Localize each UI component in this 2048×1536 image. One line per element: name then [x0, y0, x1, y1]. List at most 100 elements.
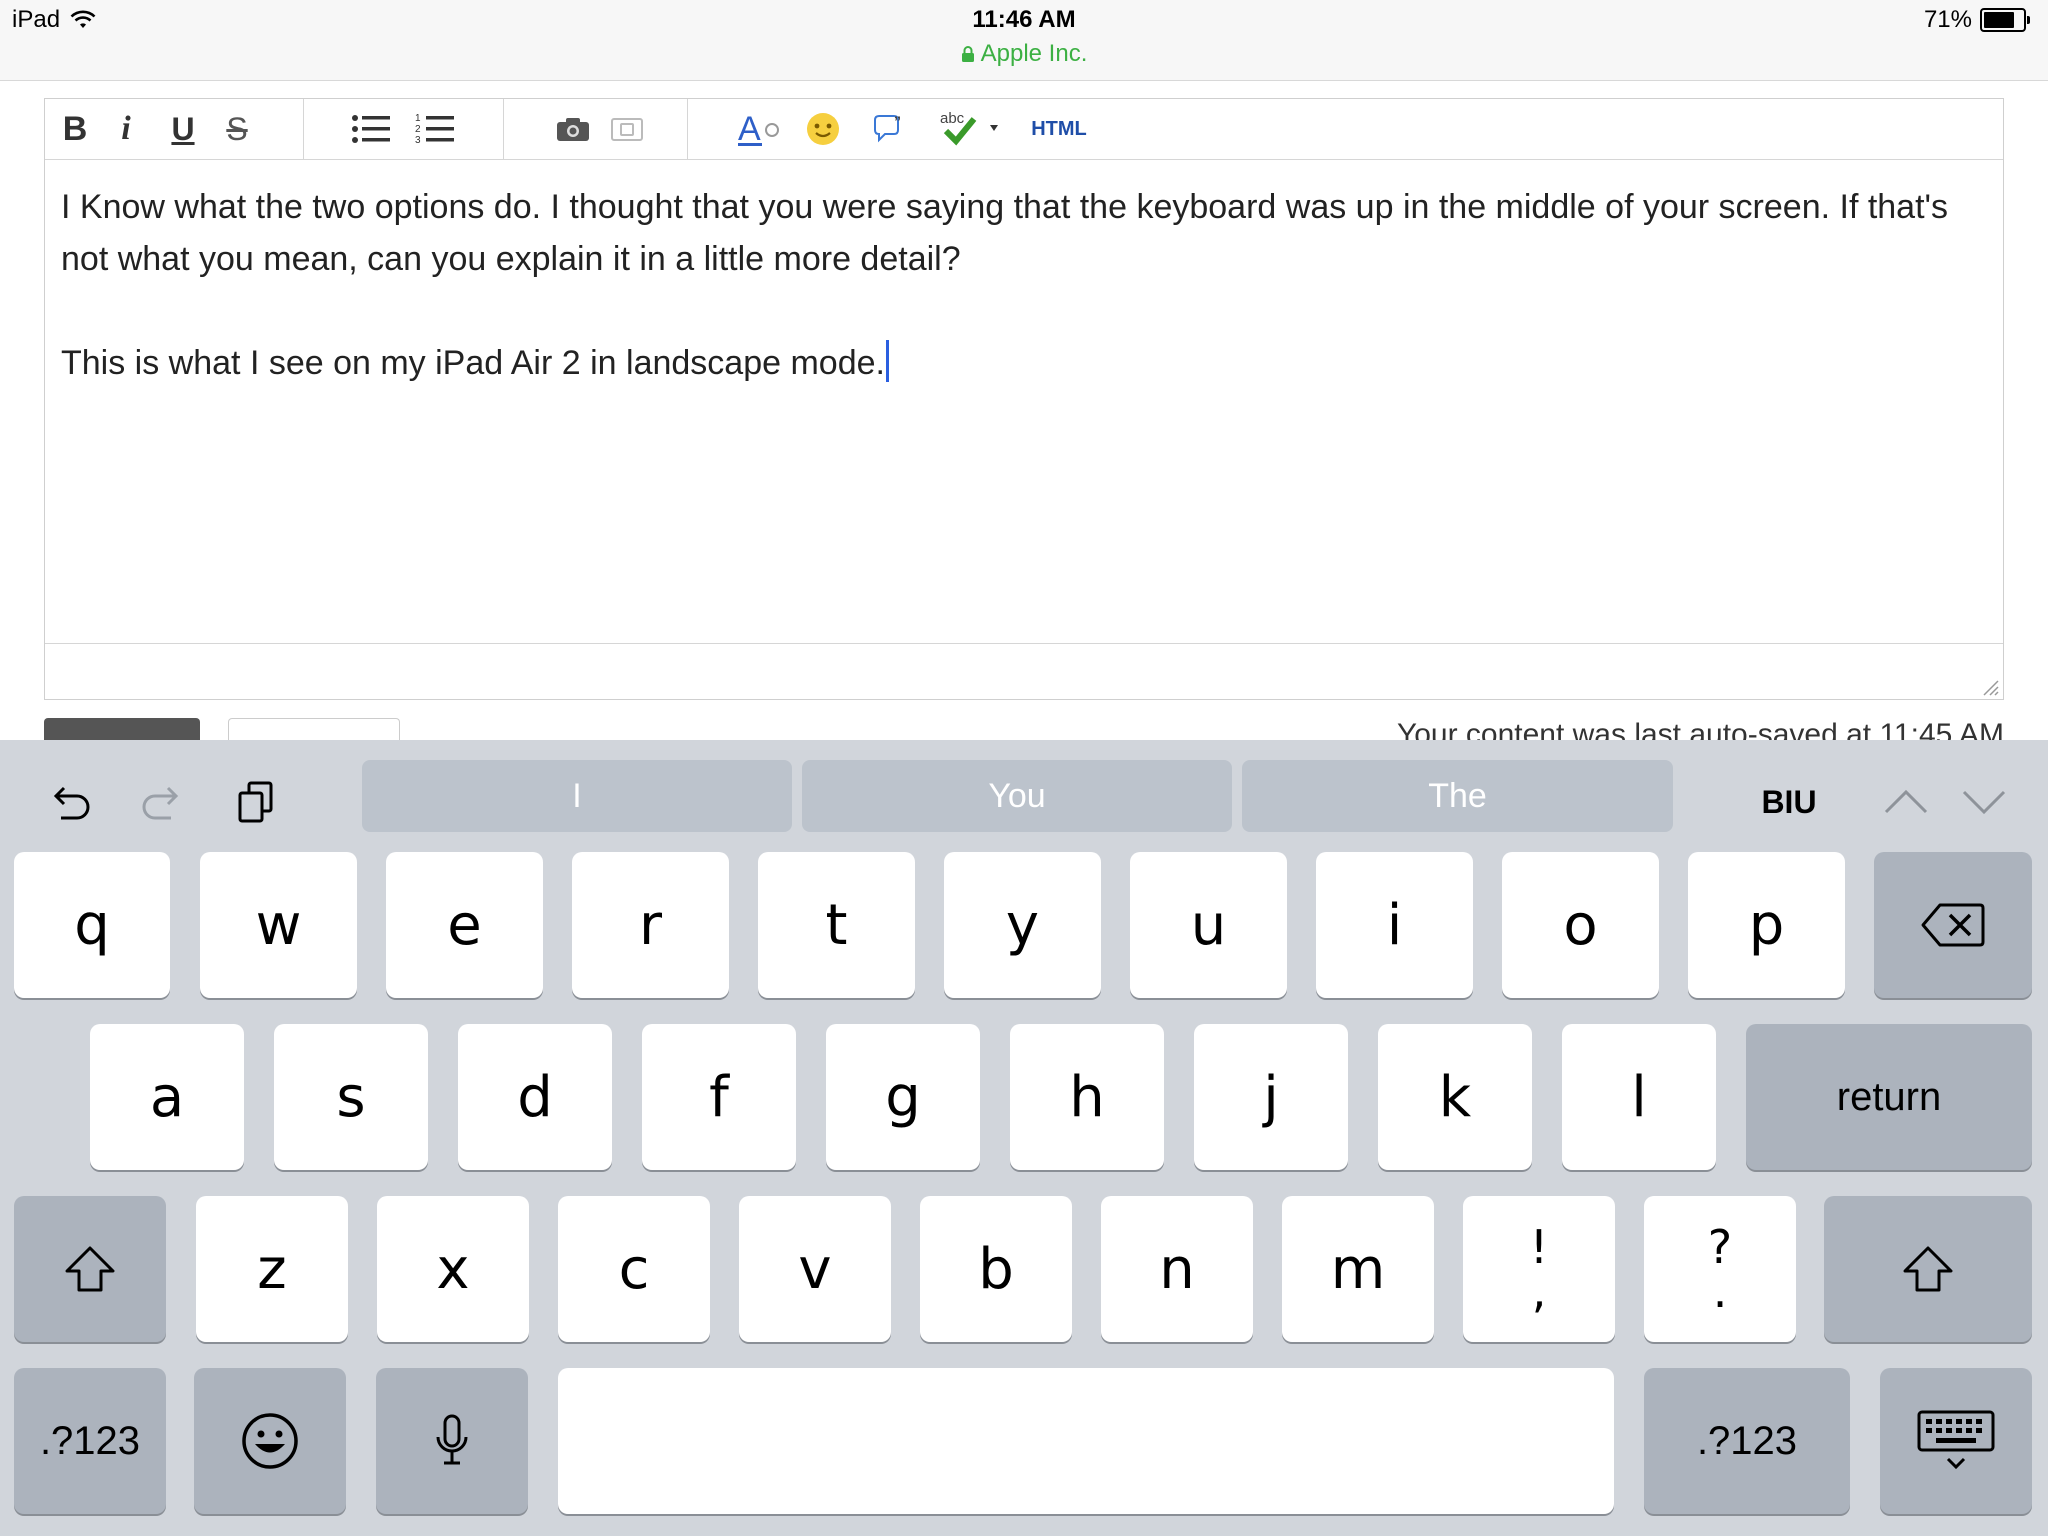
key-m[interactable]: m [1282, 1196, 1434, 1342]
editor-content[interactable]: I Know what the two options do. I though… [61, 181, 1981, 389]
paragraph-2: This is what I see on my iPad Air 2 in l… [61, 337, 1981, 389]
key-period-label: . [1712, 1264, 1728, 1318]
post-button[interactable] [44, 718, 200, 740]
preview-button[interactable] [228, 718, 400, 741]
status-right: 71% [1924, 6, 2030, 34]
insert-video-button[interactable] [607, 109, 647, 149]
undo-icon [53, 786, 90, 820]
autosave-status: Your content was last auto-saved at 11:4… [1396, 718, 2004, 740]
key-y[interactable]: y [944, 852, 1101, 998]
key-v[interactable]: v [739, 1196, 891, 1342]
emoji-key[interactable] [194, 1368, 346, 1514]
paste-button[interactable] [226, 772, 286, 832]
key-j[interactable]: j [1194, 1024, 1348, 1170]
svg-text:”: ” [894, 113, 901, 129]
resize-grip-icon[interactable] [1981, 678, 1999, 696]
camera-icon [557, 118, 589, 141]
redo-button[interactable] [132, 772, 192, 832]
key-exclamation-label: ! [1529, 1220, 1549, 1274]
key-w[interactable]: w [200, 852, 357, 998]
underline-button[interactable]: U [167, 109, 199, 149]
clipboard-icon [238, 781, 273, 823]
delete-key[interactable] [1874, 852, 2032, 998]
key-e[interactable]: e [386, 852, 543, 998]
key-a[interactable]: a [90, 1024, 244, 1170]
text-style-button[interactable]: A [735, 109, 785, 149]
key-question-period[interactable]: ? . [1644, 1196, 1796, 1342]
key-t[interactable]: t [758, 852, 915, 998]
bold-button[interactable]: B [59, 109, 91, 149]
battery-icon [1980, 8, 2030, 32]
spellcheck-icon: abc [940, 110, 998, 146]
editor-status-area [45, 643, 2003, 700]
dismiss-keyboard-key[interactable] [1880, 1368, 2032, 1514]
editor-toolbar: B i U S 1 2 3 A ” abc HTML [45, 99, 2003, 160]
numbered-list-button[interactable]: 1 2 3 [413, 109, 457, 149]
microphone-icon [436, 1414, 468, 1465]
quote-icon: ” [874, 113, 901, 143]
numbered-list-icon: 1 2 3 [415, 113, 454, 146]
emoji-button[interactable] [803, 109, 843, 149]
left-shift-key[interactable] [14, 1196, 166, 1342]
suggestion-3[interactable]: The [1242, 760, 1673, 832]
emoji-icon [242, 1413, 298, 1469]
key-q[interactable]: q [14, 852, 170, 998]
key-p[interactable]: p [1688, 852, 1845, 998]
suggestion-1[interactable]: I [362, 760, 792, 832]
key-x[interactable]: x [377, 1196, 529, 1342]
key-r[interactable]: r [572, 852, 729, 998]
key-s[interactable]: s [274, 1024, 428, 1170]
insert-image-button[interactable] [553, 109, 593, 149]
svg-text:2: 2 [415, 124, 421, 135]
site-domain: Apple Inc. [0, 40, 2048, 68]
svg-text:abc: abc [940, 110, 965, 127]
key-question-label: ? [1707, 1220, 1733, 1274]
onscreen-keyboard: I You The BIU q w e r t y u i o p a s d … [0, 740, 2048, 1536]
key-exclamation-comma[interactable]: ! , [1463, 1196, 1615, 1342]
status-time: 11:46 AM [972, 6, 1076, 33]
bullet-list-button[interactable] [349, 109, 393, 149]
numbers-key-left[interactable]: .?123 [14, 1368, 166, 1514]
spellcheck-button[interactable]: abc [937, 109, 1007, 149]
quote-button[interactable]: ” [871, 109, 911, 149]
dictation-key[interactable] [376, 1368, 528, 1514]
suggestion-2[interactable]: You [802, 760, 1232, 832]
shift-icon [1903, 1246, 1953, 1292]
svg-text:A: A [738, 110, 761, 148]
previous-field-button[interactable] [1876, 772, 1936, 832]
svg-text:1: 1 [415, 113, 421, 124]
key-k[interactable]: k [1378, 1024, 1532, 1170]
paragraph-2-text: This is what I see on my iPad Air 2 in l… [61, 344, 885, 382]
numbers-key-right[interactable]: .?123 [1644, 1368, 1850, 1514]
return-key[interactable]: return [1746, 1024, 2032, 1170]
key-comma-label: , [1531, 1264, 1547, 1318]
shortcut-bar: I You The BIU [0, 740, 2048, 842]
key-g[interactable]: g [826, 1024, 980, 1170]
key-l[interactable]: l [1562, 1024, 1716, 1170]
key-c[interactable]: c [558, 1196, 710, 1342]
toolbar-divider [303, 99, 304, 159]
undo-button[interactable] [40, 772, 100, 832]
key-o[interactable]: o [1502, 852, 1659, 998]
shift-icon [65, 1246, 115, 1292]
key-z[interactable]: z [196, 1196, 348, 1342]
key-i[interactable]: i [1316, 852, 1473, 998]
smiley-icon [807, 113, 839, 145]
key-d[interactable]: d [458, 1024, 612, 1170]
space-key[interactable] [558, 1368, 1614, 1514]
battery-fill [1984, 12, 2014, 28]
key-n[interactable]: n [1101, 1196, 1253, 1342]
battery-tip [2027, 16, 2030, 24]
key-b[interactable]: b [920, 1196, 1072, 1342]
key-h[interactable]: h [1010, 1024, 1164, 1170]
next-field-button[interactable] [1954, 772, 2014, 832]
key-u[interactable]: u [1130, 852, 1287, 998]
html-mode-button[interactable]: HTML [1029, 109, 1089, 149]
strikethrough-button[interactable]: S [221, 109, 253, 149]
text-caret [885, 340, 889, 382]
key-f[interactable]: f [642, 1024, 796, 1170]
italic-button[interactable]: i [113, 109, 139, 149]
right-shift-key[interactable] [1824, 1196, 2032, 1342]
text-format-button[interactable]: BIU [1746, 772, 1832, 832]
